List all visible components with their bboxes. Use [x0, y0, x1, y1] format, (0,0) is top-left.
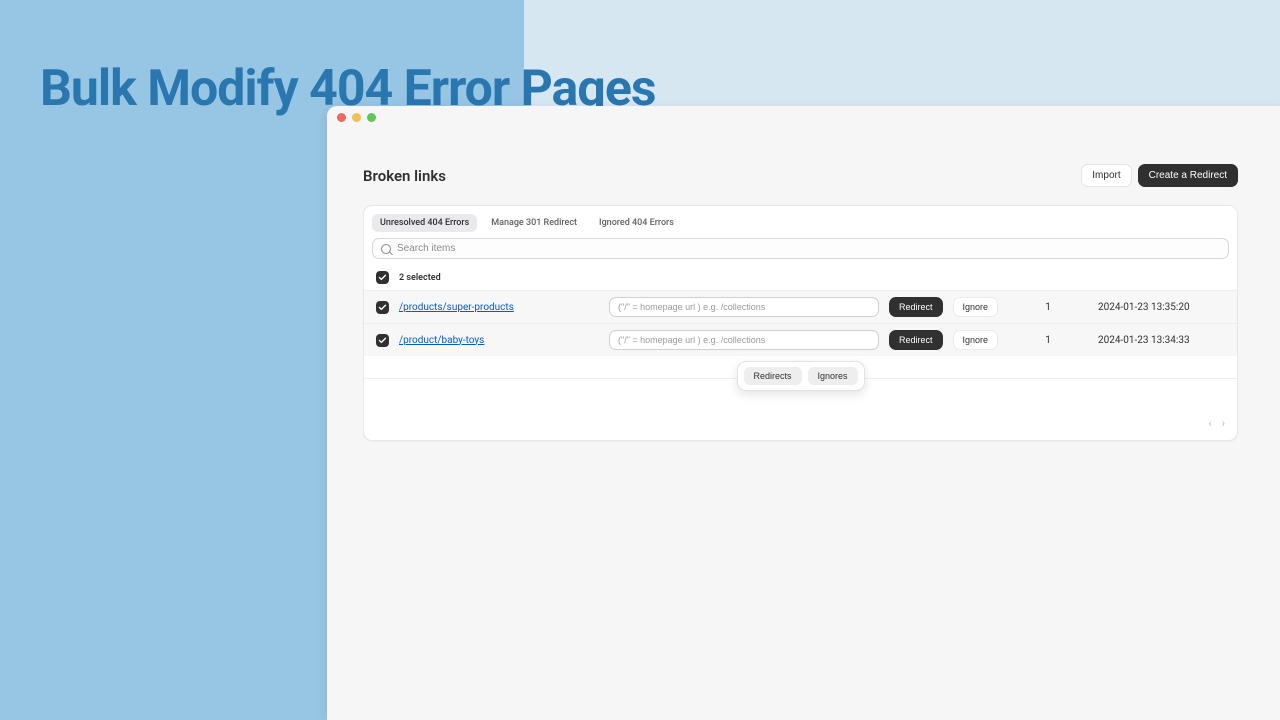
selection-summary: 2 selected: [399, 273, 441, 283]
page-title: Broken links: [363, 167, 446, 185]
redirect-target-input[interactable]: [609, 330, 879, 350]
close-window-icon[interactable]: [337, 113, 346, 122]
bulk-actions-popover: Redirects Ignores: [736, 361, 864, 391]
bulk-ignores-button[interactable]: Ignores: [807, 367, 857, 385]
prev-page-icon[interactable]: ‹: [1208, 417, 1211, 430]
window-titlebar: [327, 106, 1280, 128]
tab-unresolved-404[interactable]: Unresolved 404 Errors: [372, 214, 477, 232]
row-checkbox[interactable]: [376, 301, 389, 314]
broken-links-card: Unresolved 404 Errors Manage 301 Redirec…: [363, 205, 1238, 441]
timestamp: 2024-01-23 13:34:33: [1098, 335, 1190, 346]
broken-path-link[interactable]: /product/baby-toys: [399, 335, 484, 346]
app-window: Broken links Import Create a Redirect Un…: [327, 106, 1280, 720]
import-button[interactable]: Import: [1081, 164, 1131, 187]
redirect-button[interactable]: Redirect: [889, 330, 943, 350]
tab-manage-301[interactable]: Manage 301 Redirect: [483, 214, 585, 232]
hit-count: 1: [1008, 335, 1088, 346]
timestamp: 2024-01-23 13:35:20: [1098, 302, 1190, 313]
tab-ignored-404[interactable]: Ignored 404 Errors: [591, 214, 682, 232]
redirect-target-input[interactable]: [609, 297, 879, 317]
hit-count: 1: [1008, 302, 1088, 313]
select-all-checkbox[interactable]: [376, 271, 389, 284]
broken-path-link[interactable]: /products/super-products: [399, 302, 514, 313]
search-input[interactable]: [397, 243, 1220, 254]
selection-header: 2 selected: [364, 265, 1237, 290]
table-row: /products/super-products Redirect Ignore…: [364, 290, 1237, 323]
redirect-button[interactable]: Redirect: [889, 297, 943, 317]
bulk-redirects-button[interactable]: Redirects: [743, 367, 801, 385]
table-row: /product/baby-toys Redirect Ignore 1 202…: [364, 323, 1237, 356]
ignore-button[interactable]: Ignore: [953, 330, 999, 350]
create-redirect-button[interactable]: Create a Redirect: [1138, 164, 1238, 187]
search-box[interactable]: [372, 238, 1229, 259]
search-icon: [381, 244, 391, 254]
maximize-window-icon[interactable]: [367, 113, 376, 122]
row-checkbox[interactable]: [376, 334, 389, 347]
ignore-button[interactable]: Ignore: [953, 297, 999, 317]
minimize-window-icon[interactable]: [352, 113, 361, 122]
next-page-icon[interactable]: ›: [1222, 417, 1225, 430]
